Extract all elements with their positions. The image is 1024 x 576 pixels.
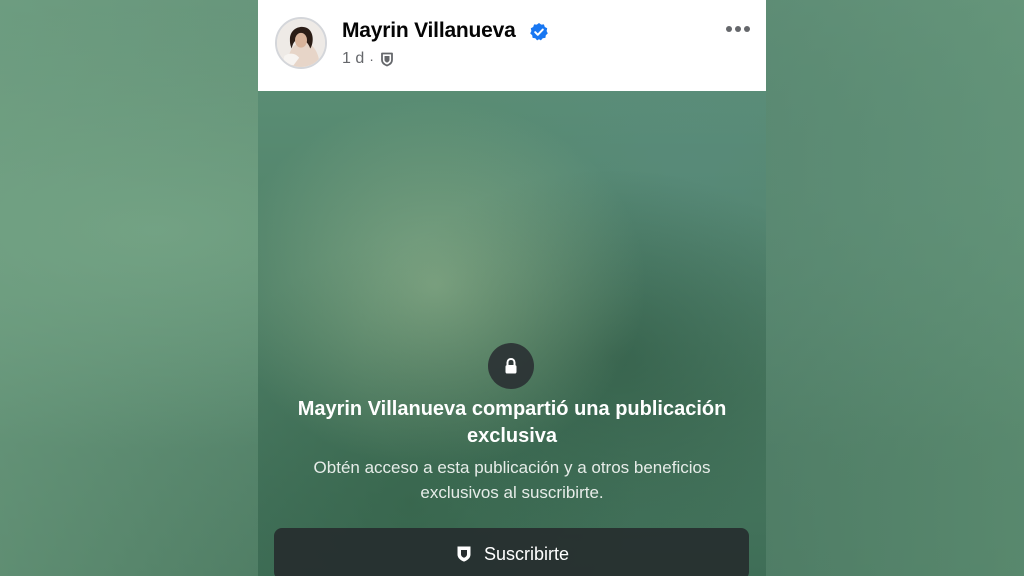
subscribe-button[interactable]: Suscribirte xyxy=(274,528,749,576)
meta-separator: · xyxy=(369,51,374,67)
lock-icon xyxy=(505,357,517,374)
avatar[interactable] xyxy=(275,17,327,69)
post-timestamp[interactable]: 1 d xyxy=(342,50,364,68)
shield-icon xyxy=(457,546,471,562)
post-card: Mayrin Villanueva 1 d · Mayrin Villanuev… xyxy=(258,0,766,576)
lock-badge xyxy=(488,343,534,389)
blurred-background-right xyxy=(766,0,1024,576)
verified-badge-icon xyxy=(530,23,548,41)
exclusive-post-description: Obtén acceso a esta publicación y a otro… xyxy=(313,458,711,502)
blurred-background-left xyxy=(0,0,258,576)
post-header: Mayrin Villanueva 1 d · xyxy=(258,0,766,91)
post-meta: 1 d · xyxy=(342,50,395,68)
more-options-button[interactable] xyxy=(718,16,758,42)
exclusive-post-title: Mayrin Villanueva compartió una publicac… xyxy=(297,398,727,447)
subscribe-label: Suscribirte xyxy=(483,543,570,564)
locked-post-body: Mayrin Villanueva compartió una publicac… xyxy=(258,91,766,576)
author-name[interactable]: Mayrin Villanueva xyxy=(342,19,516,43)
avatar-image xyxy=(277,19,325,67)
shield-icon xyxy=(381,52,393,67)
more-horizontal-icon xyxy=(726,26,732,32)
